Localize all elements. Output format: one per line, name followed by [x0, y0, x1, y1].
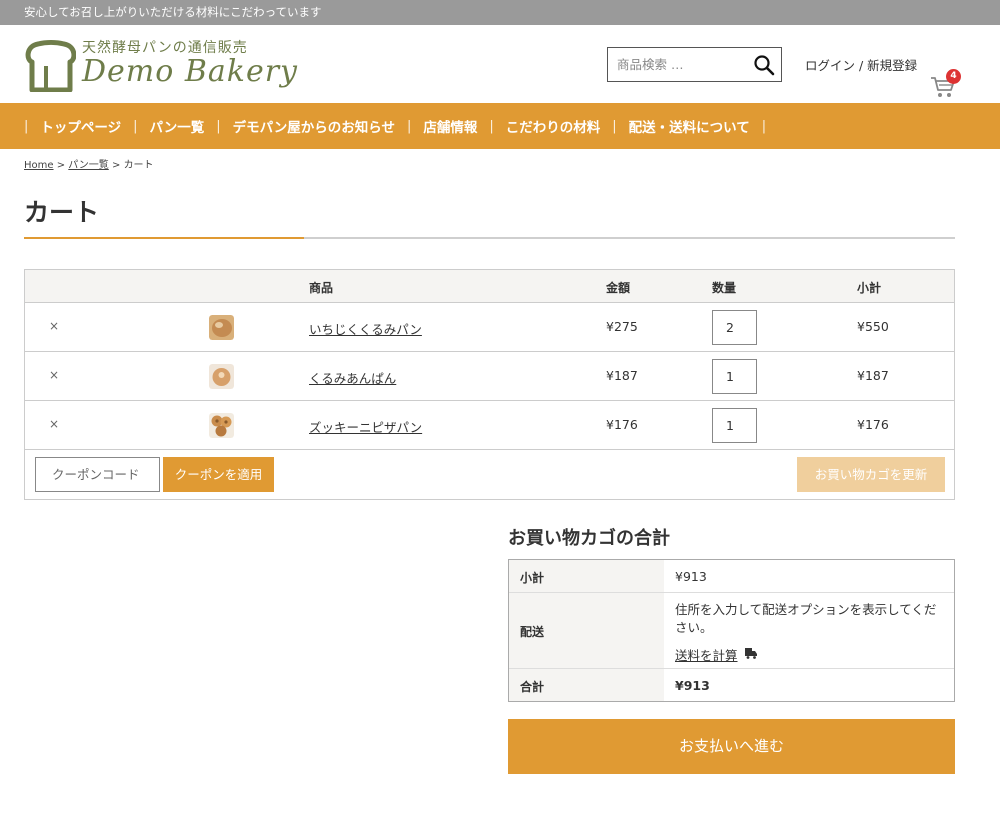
nav-separator: | — [133, 118, 138, 134]
nav-separator: | — [407, 118, 412, 134]
breadcrumb-separator: > — [111, 160, 121, 171]
site-header: 天然酵母パンの通信販売 Demo Bakery ログイン / 新規登録 4 — [0, 25, 1000, 103]
totals-row-total: 合計 ¥913 — [509, 669, 954, 701]
totals-row-shipping: 配送 住所を入力して配送オプションを表示してください。 送料を計算 — [509, 593, 954, 669]
site-logo[interactable]: 天然酵母パンの通信販売 Demo Bakery — [24, 36, 314, 94]
header-qty: 数量 — [712, 281, 737, 295]
total-label: 合計 — [520, 680, 545, 694]
breadcrumb-bread-list[interactable]: パン一覧 — [68, 160, 109, 171]
subtotal-label: 小計 — [520, 571, 545, 585]
search-input[interactable] — [608, 48, 746, 81]
product-thumbnail[interactable] — [209, 364, 234, 389]
nav-item-shipping[interactable]: 配送・送料について — [617, 116, 762, 136]
nav-separator: | — [216, 118, 221, 134]
remove-item-button[interactable]: × — [49, 368, 59, 382]
update-cart-button[interactable]: お買い物カゴを更新 — [797, 457, 945, 492]
cart-totals-table: 小計 ¥913 配送 住所を入力して配送オプションを表示してください。 送料を計… — [508, 559, 955, 702]
quantity-input[interactable] — [712, 359, 757, 394]
calculate-shipping-link[interactable]: 送料を計算 — [675, 645, 738, 664]
shipping-message: 住所を入力して配送オプションを表示してください。 — [675, 602, 937, 635]
product-thumbnail[interactable] — [209, 413, 234, 438]
product-name-link[interactable]: いちじくくるみパン — [309, 319, 422, 338]
header-price: 金額 — [606, 281, 631, 295]
nav-item-bread-list[interactable]: パン一覧 — [138, 116, 217, 136]
total-value: ¥913 — [675, 678, 710, 693]
cart-totals-title: お買い物カゴの合計 — [508, 528, 670, 549]
table-header: 商品 金額 数量 小計 — [25, 270, 954, 303]
breadcrumb: Home > パン一覧 > カート — [24, 156, 154, 171]
nav-item-ingredients[interactable]: こだわりの材料 — [494, 116, 613, 136]
breadcrumb-separator: > — [56, 160, 66, 171]
header-subtotal: 小計 — [857, 281, 882, 295]
breadcrumb-current: カート — [123, 160, 154, 171]
product-name-link[interactable]: くるみあんぱん — [309, 368, 396, 387]
product-subtotal: ¥176 — [857, 417, 889, 432]
nav-separator: | — [612, 118, 617, 134]
proceed-to-checkout-button[interactable]: お支払いへ進む — [508, 719, 955, 774]
cart-count-badge: 4 — [946, 69, 961, 84]
title-divider-accent — [24, 237, 304, 239]
nav-separator: | — [761, 118, 767, 134]
truck-icon[interactable] — [745, 647, 757, 659]
nav-separator: | — [24, 118, 29, 134]
subtotal-value: ¥913 — [675, 569, 707, 584]
totals-label-cell: 小計 — [509, 560, 664, 592]
shipping-label: 配送 — [520, 625, 545, 639]
cart-table: 商品 金額 数量 小計 × いちじくくるみパン ¥275 ¥550 × くるみあ… — [24, 269, 955, 500]
quantity-input[interactable] — [712, 408, 757, 443]
breadcrumb-home[interactable]: Home — [24, 160, 54, 171]
quantity-input[interactable] — [712, 310, 757, 345]
logo-title: Demo Bakery — [82, 54, 299, 89]
nav-item-top[interactable]: トップページ — [28, 116, 133, 136]
main-nav: | トップページ | パン一覧 | デモパン屋からのお知らせ | 店舗情報 | … — [0, 103, 1000, 149]
remove-item-button[interactable]: × — [49, 417, 59, 431]
apply-coupon-button[interactable]: クーポンを適用 — [163, 457, 274, 492]
cart-actions: クーポンを適用 お買い物カゴを更新 — [25, 450, 954, 499]
product-price: ¥176 — [606, 417, 638, 432]
product-price: ¥187 — [606, 368, 638, 383]
login-register-link[interactable]: ログイン / 新規登録 — [805, 55, 917, 74]
totals-row-subtotal: 小計 ¥913 — [509, 560, 954, 593]
product-search — [607, 47, 782, 82]
nav-item-store-info[interactable]: 店舗情報 — [411, 116, 489, 136]
table-row: × ズッキーニピザパン ¥176 ¥176 — [25, 401, 954, 450]
header-product: 商品 — [309, 281, 334, 295]
table-row: × くるみあんぱん ¥187 ¥187 — [25, 352, 954, 401]
product-name-link[interactable]: ズッキーニピザパン — [309, 417, 422, 436]
bread-logo-icon — [25, 40, 76, 92]
nav-item-news[interactable]: デモパン屋からのお知らせ — [221, 116, 407, 136]
search-icon[interactable] — [753, 54, 775, 76]
product-thumbnail[interactable] — [209, 315, 234, 340]
coupon-code-input[interactable] — [35, 457, 160, 492]
table-row: × いちじくくるみパン ¥275 ¥550 — [25, 303, 954, 352]
product-price: ¥275 — [606, 319, 638, 334]
nav-separator: | — [489, 118, 494, 134]
totals-label-cell: 配送 — [509, 593, 664, 668]
page-title: カート — [24, 198, 100, 227]
remove-item-button[interactable]: × — [49, 319, 59, 333]
product-subtotal: ¥550 — [857, 319, 889, 334]
topbar-message: 安心してお召し上がりいただける材料にこだわっています — [0, 0, 1000, 25]
product-subtotal: ¥187 — [857, 368, 889, 383]
totals-label-cell: 合計 — [509, 669, 664, 701]
